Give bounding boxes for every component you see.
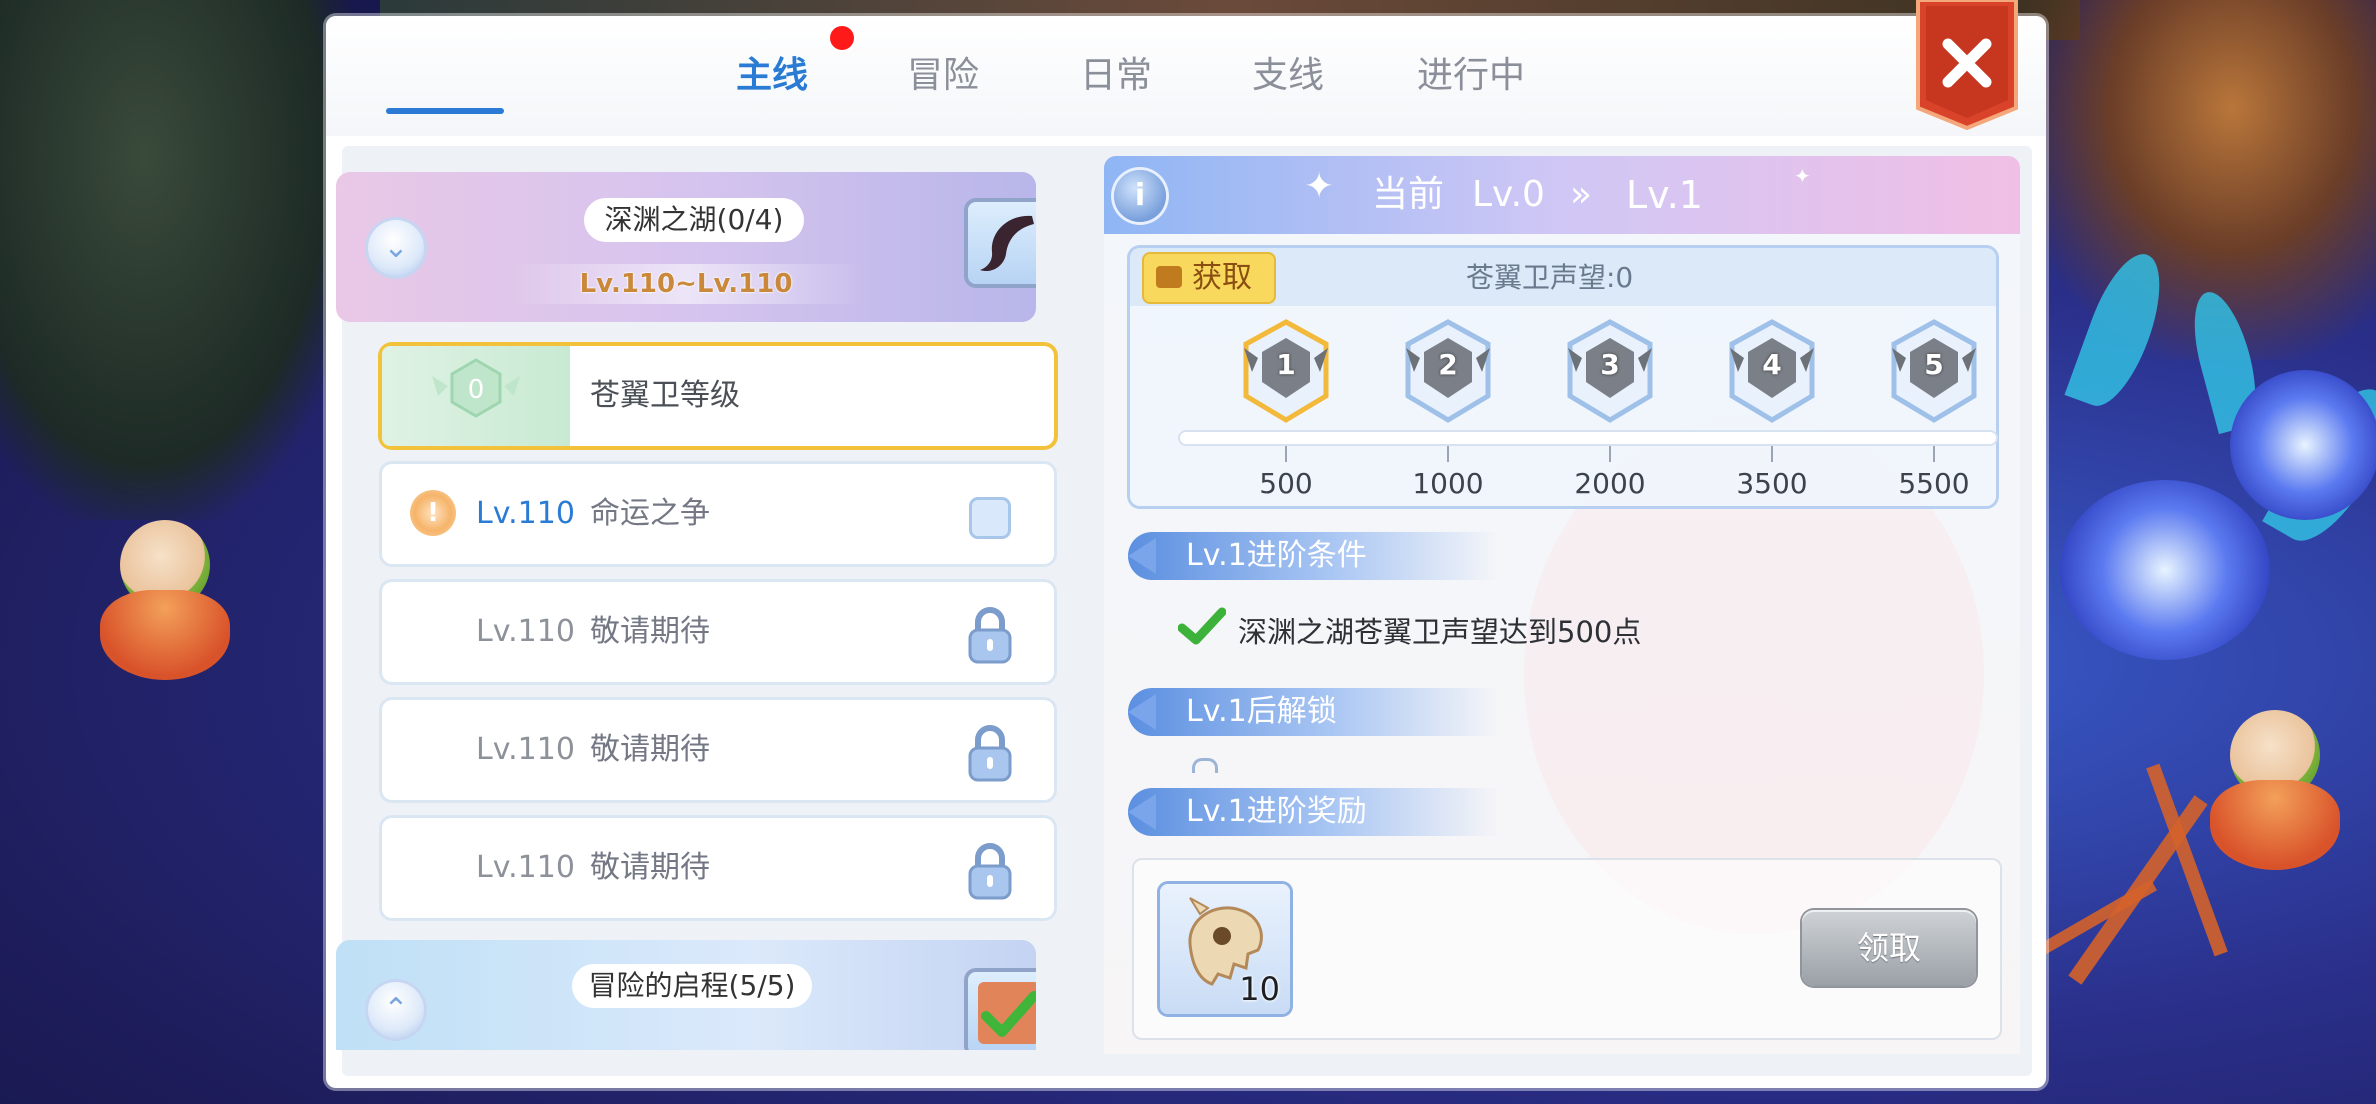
background-flower bbox=[2060, 480, 2270, 660]
section-title: Lv.1进阶奖励 bbox=[1186, 794, 1367, 829]
threshold-tick bbox=[1771, 446, 1773, 462]
tab-main-story[interactable]: 主线 bbox=[702, 46, 842, 106]
section-title: Lv.1后解锁 bbox=[1186, 694, 1337, 729]
tab-bar: 主线 冒险 日常 支线 进行中 bbox=[326, 16, 2046, 136]
chapter-icon bbox=[968, 202, 1036, 284]
background-tree bbox=[0, 0, 360, 520]
expand-toggle-button[interactable]: ⌄ bbox=[368, 220, 424, 276]
quest-checkbox[interactable] bbox=[972, 500, 1008, 536]
rank-number: 5 bbox=[1924, 348, 1944, 381]
threshold-value: 5500 bbox=[1898, 467, 1970, 500]
rank-milestone-4: 4 bbox=[1724, 318, 1820, 426]
quest-item[interactable]: Lv.110 敬请期待 bbox=[382, 700, 1054, 800]
reward-count: 10 bbox=[1239, 970, 1280, 1008]
threshold-value: 1000 bbox=[1412, 467, 1484, 500]
quest-level: Lv.110 bbox=[476, 732, 575, 767]
background-flower bbox=[2230, 370, 2376, 520]
threshold-value: 3500 bbox=[1736, 467, 1808, 500]
rank-number: 4 bbox=[1762, 348, 1782, 381]
section-unlocks: Lv.1后解锁 bbox=[1128, 688, 1498, 736]
threshold-tick bbox=[1285, 446, 1287, 462]
double-chevron-right-icon: » bbox=[1570, 174, 1593, 215]
red-dot-badge bbox=[830, 26, 854, 50]
search-scroll-icon bbox=[1156, 266, 1182, 288]
rank-number: 3 bbox=[1600, 348, 1620, 381]
checkmark-icon bbox=[1178, 607, 1226, 645]
chapter-title: 深渊之湖(0/4) bbox=[584, 198, 804, 242]
rank-number: 2 bbox=[1438, 348, 1458, 381]
quest-name: 命运之争 bbox=[590, 496, 710, 531]
serpent-icon bbox=[980, 215, 1034, 272]
quest-level: Lv.110 bbox=[476, 496, 575, 531]
sparkle-icon: ✦ bbox=[1794, 164, 1811, 188]
quest-level: Lv.110 bbox=[476, 614, 575, 649]
current-label: 当前 bbox=[1372, 174, 1445, 215]
quest-item[interactable]: Lv.110 敬请期待 bbox=[382, 582, 1054, 682]
obtain-button[interactable]: 获取 bbox=[1144, 254, 1274, 302]
chapter-header-abyss-lake[interactable]: ⌄ 深渊之湖(0/4) Lv.110~Lv.110 bbox=[336, 172, 1036, 322]
quest-item[interactable]: Lv.110 敬请期待 bbox=[382, 818, 1054, 918]
close-button[interactable] bbox=[1914, 0, 2020, 130]
rank-milestone-1: 1 bbox=[1238, 318, 1334, 426]
chapter-complete-icon bbox=[968, 972, 1036, 1050]
checkmark-icon bbox=[978, 982, 1036, 1044]
rank-milestone-2: 2 bbox=[1400, 318, 1496, 426]
rank-badge-number: 0 bbox=[468, 375, 485, 405]
sparkle-icon: ✦ bbox=[1304, 166, 1335, 207]
obtain-label: 获取 bbox=[1192, 260, 1252, 295]
rank-milestone-3: 3 bbox=[1562, 318, 1658, 426]
chapter-level-range: Lv.110~Lv.110 bbox=[506, 264, 866, 304]
current-level: Lv.0 bbox=[1472, 174, 1545, 215]
threshold-tick bbox=[1933, 446, 1935, 462]
chevron-down-icon: ⌄ bbox=[383, 230, 409, 265]
claim-button[interactable]: 领取 bbox=[1802, 910, 1976, 986]
section-advance-rewards: Lv.1进阶奖励 bbox=[1128, 788, 1498, 836]
quest-name: 敬请期待 bbox=[590, 850, 710, 885]
condition-text: 深渊之湖苍翼卫声望达到500点 bbox=[1238, 615, 1642, 649]
chapter-title: 冒险的启程(5/5) bbox=[572, 964, 812, 1008]
chevron-up-icon: ⌃ bbox=[383, 992, 409, 1027]
threshold-value: 500 bbox=[1259, 467, 1313, 500]
quest-name: 敬请期待 bbox=[590, 614, 710, 649]
threshold-tick bbox=[1447, 446, 1449, 462]
active-tab-underline bbox=[386, 108, 504, 114]
threshold-tick bbox=[1609, 446, 1611, 462]
rank-number: 1 bbox=[1276, 348, 1296, 381]
threshold-value: 2000 bbox=[1574, 467, 1646, 500]
reward-item[interactable]: 10 bbox=[1160, 884, 1290, 1014]
tab-daily[interactable]: 日常 bbox=[1046, 46, 1186, 106]
info-icon: i bbox=[1134, 178, 1146, 213]
quest-item-guardian-level[interactable]: 0 苍翼卫等级 bbox=[382, 346, 1054, 446]
rank-milestone-5: 5 bbox=[1886, 318, 1982, 426]
tab-adventure[interactable]: 冒险 bbox=[873, 46, 1013, 106]
section-title: Lv.1进阶条件 bbox=[1186, 538, 1367, 573]
lock-icon bbox=[968, 725, 1012, 782]
quest-level: Lv.110 bbox=[476, 850, 575, 885]
chapter-header-adventure-start[interactable]: ⌃ 冒险的启程(5/5) bbox=[336, 940, 1036, 1050]
next-level: Lv.1 bbox=[1626, 173, 1703, 217]
tab-in-progress[interactable]: 进行中 bbox=[1391, 46, 1551, 106]
plant-girl-character bbox=[60, 520, 260, 690]
lock-icon bbox=[968, 607, 1012, 664]
reputation-progress-track bbox=[1180, 432, 1996, 444]
lock-icon bbox=[968, 843, 1012, 900]
quest-item[interactable]: ! Lv.110 命运之争 bbox=[382, 464, 1054, 564]
warning-icon: ! bbox=[410, 490, 456, 536]
level-header: i ✦ ✦ 当前 Lv.0 » Lv.1 bbox=[1104, 156, 2020, 234]
plant-girl-character bbox=[2190, 710, 2376, 880]
tab-side-quests[interactable]: 支线 bbox=[1218, 46, 1358, 106]
quest-name: 苍翼卫等级 bbox=[590, 378, 740, 413]
close-icon bbox=[1916, 0, 2018, 130]
loading-indicator-icon bbox=[1192, 758, 1218, 773]
quest-name: 敬请期待 bbox=[590, 732, 710, 767]
section-advance-conditions: Lv.1进阶条件 bbox=[1128, 532, 1498, 580]
rank-badge: 0 bbox=[382, 346, 570, 446]
collapse-toggle-button[interactable]: ⌃ bbox=[368, 982, 424, 1038]
info-button[interactable]: i bbox=[1114, 170, 1166, 222]
reputation-value: 苍翼卫声望:0 bbox=[1466, 261, 1634, 294]
